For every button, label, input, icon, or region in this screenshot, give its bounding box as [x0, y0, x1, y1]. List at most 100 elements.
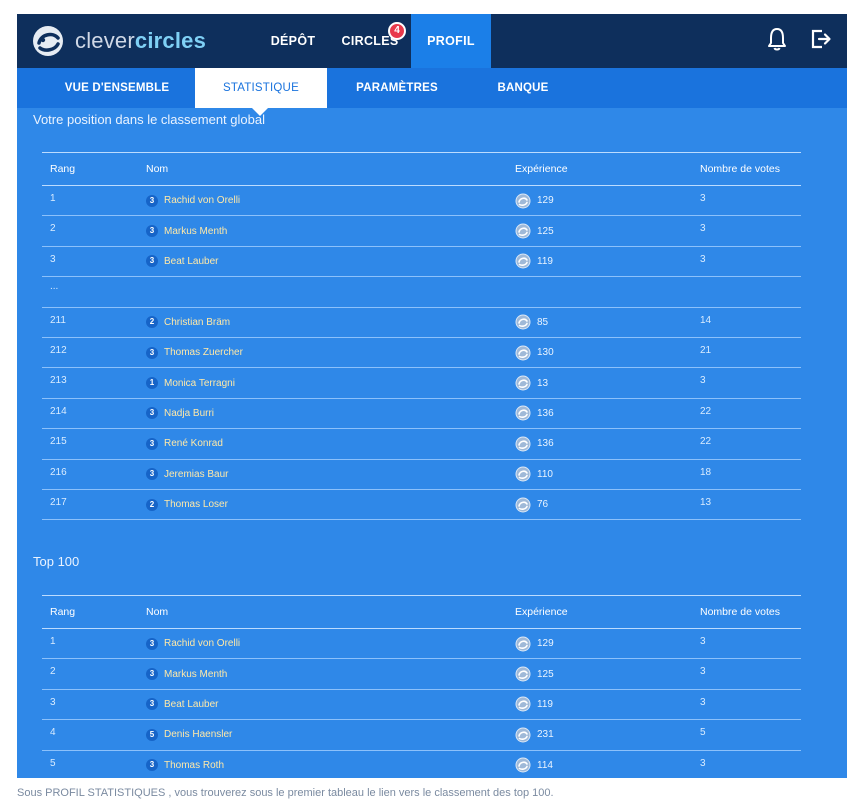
- member-name: Denis Haensler: [164, 729, 233, 741]
- name-cell[interactable]: 3 Markus Menth: [146, 216, 227, 245]
- tab-banque[interactable]: BANQUE: [483, 68, 563, 108]
- bell-icon[interactable]: [766, 26, 788, 52]
- member-name: Jeremias Baur: [164, 468, 229, 480]
- top100-rows: 1 3 Rachid von Orelli 129 3 2 3 Markus Menth 125…: [42, 629, 801, 778]
- votes-cell: 3: [700, 375, 706, 387]
- experience-value: 231: [537, 729, 554, 741]
- member-name: Christian Bräm: [164, 316, 231, 328]
- name-cell[interactable]: 3 Thomas Roth: [146, 751, 224, 778]
- nav-depot[interactable]: DÉPÔT: [253, 14, 333, 68]
- name-cell[interactable]: 3 Beat Lauber: [146, 247, 219, 276]
- name-cell[interactable]: 3 Thomas Zuercher: [146, 338, 243, 367]
- name-cell[interactable]: 3 Rachid von Orelli: [146, 629, 240, 658]
- member-name: Rachid von Orelli: [164, 195, 241, 207]
- tab-parametres[interactable]: PARAMÈTRES: [347, 68, 447, 108]
- level-badge: 3: [146, 225, 158, 238]
- member-name: René Konrad: [164, 438, 223, 450]
- name-cell[interactable]: 3 René Konrad: [146, 429, 223, 458]
- votes-cell: 22: [700, 405, 712, 417]
- level-badge: 5: [146, 728, 158, 741]
- experience-cell: 85: [515, 308, 548, 337]
- level-badge: 3: [146, 194, 158, 207]
- member-name: Nadja Burri: [164, 407, 215, 419]
- table-row: 217 2 Thomas Loser 76 13: [42, 490, 801, 521]
- table-row: 1 3 Rachid von Orelli 129 3: [42, 629, 801, 660]
- experience-cell: 129: [515, 629, 554, 658]
- table-row: 213 1 Monica Terragni 13 3: [42, 368, 801, 399]
- rank-cell: 2: [50, 223, 56, 235]
- clever-circles-logo-icon: [33, 26, 63, 56]
- experience-cell: 110: [515, 460, 553, 489]
- table-row: 1 3 Rachid von Orelli 129 3: [42, 186, 801, 217]
- experience-icon: [515, 193, 531, 209]
- experience-cell: 13: [515, 368, 548, 397]
- votes-cell: 3: [700, 193, 706, 204]
- experience-icon: [515, 223, 531, 239]
- name-cell[interactable]: 2 Thomas Loser: [146, 490, 228, 519]
- level-badge: 3: [146, 698, 158, 711]
- experience-icon: [515, 497, 531, 513]
- brand-name-light: clever: [75, 28, 135, 53]
- circles-notification-badge: 4: [388, 22, 406, 40]
- experience-cell: 125: [515, 659, 554, 688]
- votes-cell: 14: [700, 314, 712, 326]
- name-cell[interactable]: 3 Beat Lauber: [146, 690, 219, 719]
- brand-logo[interactable]: clevercircles: [31, 22, 206, 60]
- table-row: 2 3 Markus Menth 125 3: [42, 659, 801, 690]
- experience-icon: [515, 466, 531, 482]
- name-cell[interactable]: 1 Monica Terragni: [146, 368, 235, 397]
- name-cell[interactable]: 3 Jeremias Baur: [146, 460, 228, 489]
- brand-name: clevercircles: [75, 28, 206, 54]
- rank-cell: 2: [50, 666, 56, 678]
- name-cell[interactable]: 2 Christian Bräm: [146, 308, 230, 337]
- level-badge: 3: [146, 668, 158, 681]
- experience-value: 119: [537, 698, 553, 710]
- rank-cell: 1: [50, 193, 56, 204]
- table-header: Rang Nom Expérience Nombre de votes: [42, 595, 801, 629]
- rank-cell: 5: [50, 757, 56, 769]
- experience-cell: 114: [515, 751, 553, 778]
- experience-cell: 119: [515, 247, 553, 276]
- experience-icon: [515, 727, 531, 743]
- votes-cell: 3: [700, 253, 706, 265]
- header-name: Nom: [146, 606, 169, 618]
- table-row: 211 2 Christian Bräm 85 14: [42, 308, 801, 338]
- rank-cell: 213: [50, 375, 67, 387]
- logout-icon[interactable]: [810, 26, 832, 52]
- level-badge: 3: [146, 637, 158, 650]
- table-row: 216 3 Jeremias Baur 110 18: [42, 460, 801, 490]
- member-name: Beat Lauber: [164, 255, 219, 267]
- votes-cell: 5: [700, 727, 706, 739]
- level-badge: 3: [146, 437, 158, 450]
- name-cell[interactable]: 5 Denis Haensler: [146, 720, 232, 749]
- member-name: Rachid von Orelli: [164, 638, 241, 650]
- experience-cell: 76: [515, 490, 548, 519]
- tab-statistique[interactable]: STATISTIQUE: [195, 68, 327, 108]
- header-experience: Expérience: [515, 606, 568, 618]
- profile-subnav: VUE D'ENSEMBLE STATISTIQUE PARAMÈTRES BA…: [17, 68, 847, 108]
- table-row-ellipsis: ...: [42, 277, 801, 308]
- top100-table: Rang Nom Expérience Nombre de votes 1 3 Ra…: [42, 595, 801, 778]
- rank-cell: 3: [50, 696, 56, 708]
- name-cell[interactable]: 3 Rachid von Orelli: [146, 186, 240, 215]
- name-cell[interactable]: 3 Markus Menth: [146, 659, 227, 688]
- experience-cell: 231: [515, 720, 554, 749]
- global-top-rows: 1 3 Rachid von Orelli 129 3 2 3 Markus Menth 125…: [42, 186, 801, 278]
- nav-profil[interactable]: PROFIL: [411, 14, 491, 68]
- votes-cell: 3: [700, 666, 706, 678]
- level-badge: 2: [146, 316, 158, 329]
- experience-value: 119: [537, 255, 553, 267]
- member-name: Markus Menth: [164, 225, 228, 237]
- rank-cell: 1: [50, 636, 56, 647]
- name-cell[interactable]: 3 Nadja Burri: [146, 399, 214, 428]
- experience-icon: [515, 314, 531, 330]
- table-header: Rang Nom Expérience Nombre de votes: [42, 152, 801, 186]
- experience-icon: [515, 436, 531, 452]
- table-row: 2 3 Markus Menth 125 3: [42, 216, 801, 247]
- experience-cell: 136: [515, 399, 554, 428]
- level-badge: 3: [146, 759, 158, 772]
- experience-cell: 129: [515, 186, 554, 215]
- app-frame: clevercircles DÉPÔT CIRCLES 4 PROFIL VUE…: [17, 14, 847, 778]
- member-name: Thomas Roth: [164, 759, 225, 771]
- tab-vue-ensemble[interactable]: VUE D'ENSEMBLE: [47, 68, 187, 108]
